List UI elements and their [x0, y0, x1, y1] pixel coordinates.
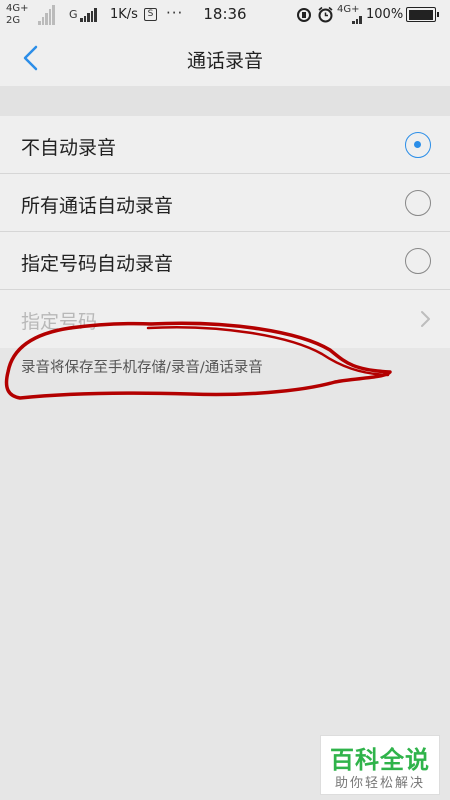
battery-level — [408, 9, 433, 20]
nav-bar: 通话录音 — [0, 30, 450, 86]
option-auto-record-specified[interactable]: 指定号码自动录音 — [0, 232, 450, 290]
section-spacer — [0, 86, 450, 116]
option-label: 不自动录音 — [21, 137, 117, 159]
page-title: 通话录音 — [186, 50, 263, 72]
network-type-data: 4G+ — [337, 4, 360, 15]
watermark-logo: 百科全说 助你轻松解决 — [320, 735, 440, 795]
battery-percent: 100% — [366, 7, 404, 22]
watermark-title: 百科全说 — [330, 746, 430, 774]
rotation-lock-icon — [297, 8, 311, 22]
more-icon: ··· — [166, 4, 184, 22]
signal-icon — [352, 16, 362, 24]
clock: 18:36 — [203, 5, 247, 23]
option-label: 所有通话自动录音 — [21, 195, 174, 217]
battery-icon — [406, 7, 439, 22]
specified-numbers-label: 指定号码 — [21, 311, 98, 333]
storage-note-text: 录音将保存至手机存储/录音/通话录音 — [21, 360, 263, 376]
option-label: 指定号码自动录音 — [21, 253, 174, 275]
status-bar: 4G+ 2G G 1K/s S ··· 18:36 4G+ 100% — [0, 0, 450, 30]
alarm-icon — [318, 6, 333, 23]
network-speed: 1K/s — [110, 7, 138, 22]
option-no-auto-record[interactable]: 不自动录音 — [0, 116, 450, 174]
recording-options-list: 不自动录音 所有通话自动录音 指定号码自动录音 指定号码 — [0, 116, 450, 348]
radio-button[interactable] — [405, 190, 431, 216]
network-type-sim1: 4G+ — [6, 3, 29, 14]
watermark-subtitle: 助你轻松解决 — [334, 776, 425, 791]
radio-button[interactable] — [405, 132, 431, 158]
network-type-sim1-secondary: 2G — [6, 15, 21, 26]
radio-button[interactable] — [405, 248, 431, 274]
signal-icon — [38, 5, 55, 25]
signal-icon — [80, 8, 97, 22]
specified-numbers-item[interactable]: 指定号码 — [0, 290, 450, 348]
sim-icon: S — [144, 8, 157, 21]
chevron-right-icon — [421, 311, 430, 327]
storage-note: 录音将保存至手机存储/录音/通话录音 — [0, 349, 450, 389]
option-auto-record-all[interactable]: 所有通话自动录音 — [0, 174, 450, 232]
network-type-sim2: G — [69, 8, 78, 21]
